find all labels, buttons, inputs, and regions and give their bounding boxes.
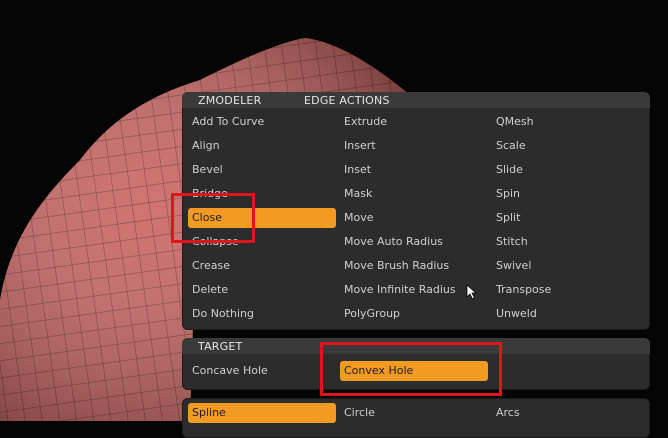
action-inset[interactable]: Inset [340,160,488,180]
action-bevel[interactable]: Bevel [188,160,336,180]
action-collapse[interactable]: Collapse [188,232,336,252]
tab-zmodeler[interactable]: ZMODELER [198,93,261,109]
zmodeler-panel: ZMODELER EDGE ACTIONS Add To Curve Align… [182,92,650,330]
action-transpose[interactable]: Transpose [492,280,642,300]
action-insert[interactable]: Insert [340,136,488,156]
action-unweld[interactable]: Unweld [492,304,642,324]
action-close[interactable]: Close [188,208,336,228]
action-spin[interactable]: Spin [492,184,642,204]
mouse-cursor-icon [466,284,478,300]
action-align[interactable]: Align [188,136,336,156]
action-do-nothing[interactable]: Do Nothing [188,304,336,324]
action-mask[interactable]: Mask [340,184,488,204]
action-stitch[interactable]: Stitch [492,232,642,252]
target-convex-hole[interactable]: Convex Hole [340,361,488,381]
modifier-arcs[interactable]: Arcs [492,403,640,423]
target-panel: TARGET Concave Hole Convex Hole [182,338,650,390]
action-delete[interactable]: Delete [188,280,336,300]
action-move-auto-radius[interactable]: Move Auto Radius [340,232,488,252]
action-extrude[interactable]: Extrude [340,112,488,132]
action-slide[interactable]: Slide [492,160,642,180]
target-concave-hole[interactable]: Concave Hole [188,361,336,381]
action-polygroup[interactable]: PolyGroup [340,304,488,324]
action-qmesh[interactable]: QMesh [492,112,642,132]
action-swivel[interactable]: Swivel [492,256,642,276]
action-add-to-curve[interactable]: Add To Curve [188,112,336,132]
action-crease[interactable]: Crease [188,256,336,276]
action-move[interactable]: Move [340,208,488,228]
action-move-brush-radius[interactable]: Move Brush Radius [340,256,488,276]
action-scale[interactable]: Scale [492,136,642,156]
modifier-spline[interactable]: Spline [188,403,336,423]
tab-edge-actions[interactable]: EDGE ACTIONS [304,93,390,109]
target-title: TARGET [198,340,243,353]
target-panel-header [182,338,650,354]
modifier-panel: Spline Circle Arcs [182,398,650,438]
action-bridge[interactable]: Bridge [188,184,336,204]
modifier-circle[interactable]: Circle [340,403,488,423]
action-split[interactable]: Split [492,208,642,228]
